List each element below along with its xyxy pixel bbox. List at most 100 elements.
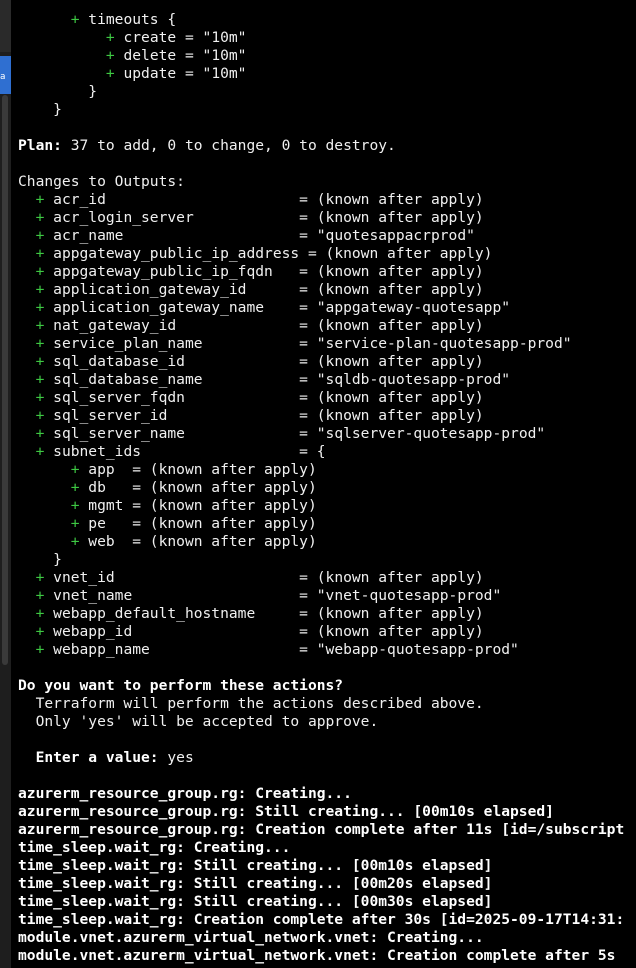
terminal-text: sql_server_id = (known after apply): [44, 407, 484, 424]
terminal-line: + sql_server_fqdn = (known after apply): [18, 389, 636, 407]
terminal-line: + acr_name = "quotesappacrprod": [18, 227, 636, 245]
terminal-line: time_sleep.wait_rg: Creating...: [18, 839, 636, 857]
terminal-text: acr_name = "quotesappacrprod": [44, 227, 475, 244]
terminal-text: create = "10m": [114, 29, 247, 46]
terminal-text: time_sleep.wait_rg: Creating...: [18, 839, 291, 856]
terminal-text: Terraform will perform the actions descr…: [18, 695, 484, 712]
terminal-text: }: [18, 551, 62, 568]
terminal-text: module.vnet.azurerm_virtual_network.vnet…: [18, 929, 484, 946]
app-badge-icon[interactable]: a: [0, 56, 11, 94]
terminal-line: + app = (known after apply): [18, 461, 636, 479]
terminal-text: webapp_id = (known after apply): [44, 623, 484, 640]
terminal-line: }: [18, 551, 636, 569]
terminal-line: time_sleep.wait_rg: Still creating... [0…: [18, 857, 636, 875]
terminal-text: module.vnet.azurerm_virtual_network.vnet…: [18, 947, 616, 964]
terminal-line: + nat_gateway_id = (known after apply): [18, 317, 636, 335]
terminal-line: + appgateway_public_ip_address = (known …: [18, 245, 636, 263]
plus-marker: +: [105, 47, 115, 64]
terminal-text: application_gateway_name = "appgateway-q…: [44, 299, 511, 316]
terminal-text: app = (known after apply): [79, 461, 317, 478]
terminal-text: acr_id = (known after apply): [44, 191, 484, 208]
terminal-line: + delete = "10m": [18, 47, 636, 65]
terminal-line: + mgmt = (known after apply): [18, 497, 636, 515]
terminal-line: + acr_id = (known after apply): [18, 191, 636, 209]
terminal-text: pe = (known after apply): [79, 515, 317, 532]
terminal-line: + pe = (known after apply): [18, 515, 636, 533]
terminal-text: azurerm_resource_group.rg: Still creatin…: [18, 803, 554, 820]
left-strip-top: [0, 0, 11, 52]
terminal-text: Changes to Outputs:: [18, 173, 185, 190]
terminal-text: Enter a value:: [35, 749, 159, 766]
terminal-line: Terraform will perform the actions descr…: [18, 695, 636, 713]
plus-marker: +: [70, 461, 80, 478]
terminal-line: + db = (known after apply): [18, 479, 636, 497]
terminal-line: }: [18, 83, 636, 101]
terminal-line: + service_plan_name = "service-plan-quot…: [18, 335, 636, 353]
app-badge-label: a: [0, 72, 6, 82]
terminal-line: + sql_server_id = (known after apply): [18, 407, 636, 425]
terminal-line: Plan: 37 to add, 0 to change, 0 to destr…: [18, 137, 636, 155]
terminal-text: appgateway_public_ip_address = (known af…: [44, 245, 493, 262]
terminal-line: + sql_database_name = "sqldb-quotesapp-p…: [18, 371, 636, 389]
terminal-text: webapp_default_hostname = (known after a…: [44, 605, 484, 622]
terminal-text: mgmt = (known after apply): [79, 497, 317, 514]
terminal-text: sql_server_fqdn = (known after apply): [44, 389, 484, 406]
terminal-text: sql_database_id = (known after apply): [44, 353, 484, 370]
plus-marker: +: [70, 515, 80, 532]
terminal-text: delete = "10m": [114, 47, 247, 64]
terminal-text: update = "10m": [114, 65, 247, 82]
terminal-line: + acr_login_server = (known after apply): [18, 209, 636, 227]
terminal-line: + webapp_default_hostname = (known after…: [18, 605, 636, 623]
terminal-line: + subnet_ids = {: [18, 443, 636, 461]
terminal-text: Do you want to perform these actions?: [18, 677, 344, 694]
terminal-text: vnet_id = (known after apply): [44, 569, 484, 586]
terminal-text: appgateway_public_ip_fqdn = (known after…: [44, 263, 484, 280]
terminal-line: + vnet_id = (known after apply): [18, 569, 636, 587]
terminal-text: acr_login_server = (known after apply): [44, 209, 484, 226]
terminal-text: service_plan_name = "service-plan-quotes…: [44, 335, 572, 352]
scrollbar[interactable]: [2, 95, 8, 665]
terminal-line: azurerm_resource_group.rg: Still creatin…: [18, 803, 636, 821]
terminal-text: vnet_name = "vnet-quotesapp-prod": [44, 587, 502, 604]
terminal-text: time_sleep.wait_rg: Still creating... [0…: [18, 893, 493, 910]
terminal-line: module.vnet.azurerm_virtual_network.vnet…: [18, 947, 636, 965]
terminal-line: + application_gateway_id = (known after …: [18, 281, 636, 299]
terminal-text: nat_gateway_id = (known after apply): [44, 317, 484, 334]
terminal-text: web = (known after apply): [79, 533, 317, 550]
terminal-line: time_sleep.wait_rg: Still creating... [0…: [18, 875, 636, 893]
plus-marker: +: [70, 479, 80, 496]
terminal-output[interactable]: + timeouts { + create = "10m" + delete =…: [18, 11, 636, 968]
terminal-line: + create = "10m": [18, 29, 636, 47]
terminal-text: webapp_name = "webapp-quotesapp-prod": [44, 641, 519, 658]
terminal-line: module.vnet.azurerm_virtual_network.vnet…: [18, 929, 636, 947]
plus-marker: +: [70, 497, 80, 514]
plus-marker: +: [105, 65, 115, 82]
terminal-line: + appgateway_public_ip_fqdn = (known aft…: [18, 263, 636, 281]
plus-marker: +: [70, 11, 80, 28]
